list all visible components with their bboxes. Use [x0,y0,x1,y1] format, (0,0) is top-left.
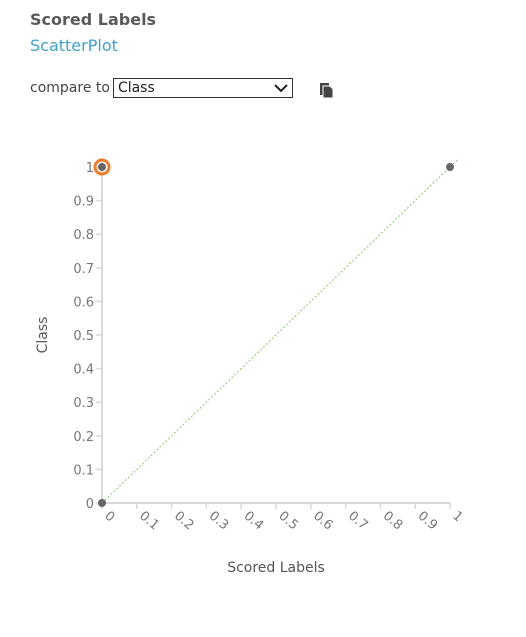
y-tick-label: 0.7 [73,262,94,277]
y-tick-label: 1 [86,161,94,176]
x-tick-label: 0.1 [136,509,161,534]
reference-line [101,158,460,504]
y-tick-label: 0.8 [73,228,94,243]
y-tick-label: 0.3 [73,396,94,411]
x-tick-label: 1 [449,509,465,526]
x-tick-label: 0.9 [415,509,440,534]
x-tick-label: 0.6 [310,509,335,534]
x-tick-label: 0.7 [345,509,370,534]
y-tick-label: 0.1 [73,463,94,478]
y-tick-label: 0.4 [73,363,94,378]
x-tick-label: 0.5 [275,509,300,534]
data-point [98,163,106,171]
x-axis-label: Scored Labels [227,560,325,576]
scatter-chart: 0 0.1 0.2 0.3 0.4 0.5 0.6 0.7 0.8 0.9 1 0 0.1 0.2 0.3 0… [35,158,465,576]
x-tick-label: 0.2 [171,509,196,534]
x-tick-label: 0 [101,509,117,526]
y-tick-label: 0.5 [73,329,94,344]
x-tick-label: 0.8 [380,509,405,534]
data-point [446,163,454,171]
y-tick-label: 0 [86,497,94,512]
y-tick-label: 0.2 [73,430,94,445]
y-tick-label: 0.9 [73,195,94,210]
y-tick-label: 0.6 [73,295,94,310]
x-tick-label: 0.4 [241,509,266,534]
x-tick-label: 0.3 [206,509,231,534]
y-axis-label: Class [35,317,51,354]
data-point [98,499,106,507]
